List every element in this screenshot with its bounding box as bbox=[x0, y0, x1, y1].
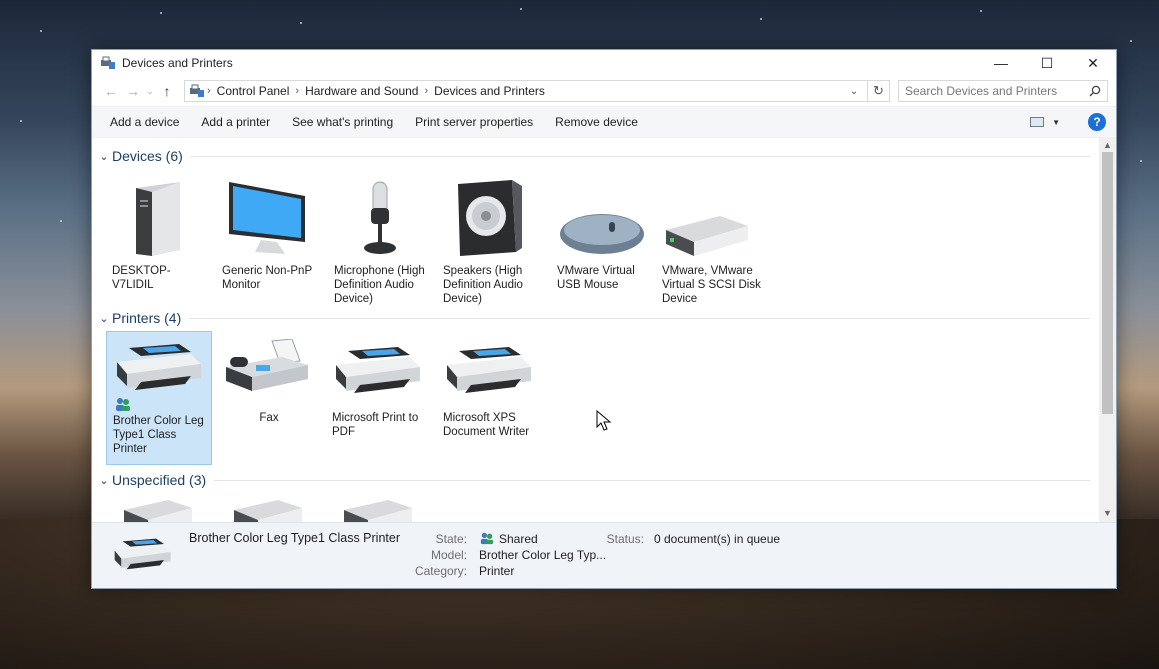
printer-item-print-to-pdf[interactable]: Microsoft Print to PDF bbox=[326, 331, 432, 439]
group-divider bbox=[189, 317, 1090, 319]
chevron-right-icon[interactable]: › bbox=[293, 85, 301, 97]
search-input[interactable]: Search Devices and Printers bbox=[898, 80, 1108, 102]
group-header-unspecified[interactable]: ⌄ Unspecified (3) bbox=[96, 470, 1090, 490]
model-value: Brother Color Leg Typ... bbox=[479, 548, 607, 562]
chevron-right-icon[interactable]: › bbox=[422, 85, 430, 97]
scroll-down-icon[interactable]: ▼ bbox=[1099, 508, 1116, 522]
title-bar: Devices and Printers — ☐ ✕ bbox=[92, 50, 1116, 76]
printer-item-fax[interactable]: Fax bbox=[216, 331, 322, 425]
see-whats-printing-button[interactable]: See what's printing bbox=[284, 109, 401, 135]
device-item-speakers[interactable]: Speakers (High Definition Audio Device) bbox=[437, 172, 543, 306]
device-label: Speakers (High Definition Audio Device) bbox=[443, 265, 523, 305]
printer-item-brother[interactable]: Brother Color Leg Type1 Class Printer bbox=[106, 331, 212, 465]
device-item-microphone[interactable]: Microphone (High Definition Audio Device… bbox=[328, 172, 434, 306]
view-options-icon bbox=[1030, 117, 1045, 127]
address-dropdown-icon[interactable]: ⌄ bbox=[845, 86, 863, 97]
device-label: VMware, VMware Virtual S SCSI Disk Devic… bbox=[662, 265, 761, 305]
recent-locations-chevron-icon[interactable]: ⌄ bbox=[144, 86, 156, 97]
device-item-monitor[interactable]: Generic Non-PnP Monitor bbox=[216, 172, 322, 292]
print-server-properties-button[interactable]: Print server properties bbox=[407, 109, 541, 135]
search-placeholder: Search Devices and Printers bbox=[905, 84, 1058, 98]
computer-tower-icon bbox=[112, 172, 202, 258]
chevron-right-icon[interactable]: › bbox=[205, 85, 213, 97]
group-title-devices: Devices (6) bbox=[112, 148, 183, 164]
microphone-icon bbox=[334, 172, 424, 258]
forward-arrow-icon[interactable]: → bbox=[122, 83, 144, 99]
printer-icon bbox=[332, 331, 422, 395]
address-bar[interactable]: › Control Panel › Hardware and Sound › D… bbox=[184, 80, 868, 102]
selected-printer-icon bbox=[114, 538, 171, 570]
group-title-printers: Printers (4) bbox=[112, 310, 182, 326]
unspecified-device-icon bbox=[124, 500, 192, 524]
back-arrow-icon[interactable]: ← bbox=[100, 83, 122, 99]
close-button[interactable]: ✕ bbox=[1070, 50, 1116, 76]
printer-item-xps-writer[interactable]: Microsoft XPS Document Writer bbox=[437, 331, 543, 439]
help-button[interactable]: ? bbox=[1088, 113, 1106, 131]
window-title: Devices and Printers bbox=[122, 56, 233, 70]
device-item-desktop[interactable]: DESKTOP-V7LIDIL bbox=[106, 172, 212, 292]
group-header-devices[interactable]: ⌄ Devices (6) bbox=[96, 146, 1090, 166]
minimize-button[interactable]: — bbox=[978, 50, 1024, 76]
printer-label: Microsoft XPS Document Writer bbox=[443, 412, 530, 438]
group-header-printers[interactable]: ⌄ Printers (4) bbox=[96, 308, 1090, 328]
breadcrumb-devices-and-printers[interactable]: Devices and Printers bbox=[430, 84, 549, 98]
device-label: Microphone (High Definition Audio Device… bbox=[334, 265, 425, 305]
details-device-name: Brother Color Leg Type1 Class Printer bbox=[189, 531, 400, 545]
maximize-button[interactable]: ☐ bbox=[1024, 50, 1070, 76]
devices-printers-app-icon bbox=[101, 56, 115, 69]
printer-label: Microsoft Print to PDF bbox=[332, 412, 419, 438]
refresh-icon[interactable]: ↻ bbox=[868, 80, 890, 102]
unspecified-device-icon bbox=[344, 500, 412, 524]
breadcrumb-hardware-and-sound[interactable]: Hardware and Sound bbox=[301, 84, 422, 98]
device-label: DESKTOP-V7LIDIL bbox=[112, 265, 171, 291]
command-bar: Add a device Add a printer See what's pr… bbox=[92, 106, 1116, 138]
printer-label: Brother Color Leg Type1 Class Printer bbox=[113, 415, 204, 455]
add-device-button[interactable]: Add a device bbox=[102, 109, 187, 135]
shared-users-icon bbox=[116, 398, 130, 411]
printer-icon bbox=[113, 332, 203, 392]
collapse-chevron-icon[interactable]: ⌄ bbox=[96, 150, 112, 163]
remove-device-button[interactable]: Remove device bbox=[547, 109, 646, 135]
vertical-scrollbar[interactable]: ▲ ▼ bbox=[1099, 138, 1116, 524]
breadcrumb-control-panel[interactable]: Control Panel bbox=[213, 84, 294, 98]
group-divider bbox=[214, 479, 1090, 481]
up-arrow-icon[interactable]: ↑ bbox=[156, 83, 178, 99]
device-label: Generic Non-PnP Monitor bbox=[222, 265, 312, 291]
status-value: 0 document(s) in queue bbox=[654, 532, 781, 546]
monitor-icon bbox=[222, 172, 312, 258]
category-value: Printer bbox=[479, 564, 515, 578]
details-pane: Brother Color Leg Type1 Class Printer St… bbox=[92, 522, 1116, 588]
devices-and-printers-window: Devices and Printers — ☐ ✕ ← → ⌄ ↑ › Con… bbox=[91, 49, 1117, 589]
state-value: Shared bbox=[499, 532, 538, 546]
state-label: State: bbox=[435, 532, 467, 546]
device-label: VMware Virtual USB Mouse bbox=[557, 265, 635, 291]
device-item-mouse[interactable]: VMware Virtual USB Mouse bbox=[551, 172, 657, 292]
devices-view: ⌄ Devices (6) DESKTOP-V7LIDIL Generic No… bbox=[92, 138, 1116, 524]
collapse-chevron-icon[interactable]: ⌄ bbox=[96, 474, 112, 487]
mouse-icon bbox=[557, 172, 647, 258]
printer-label: Fax bbox=[259, 412, 279, 424]
group-divider bbox=[190, 155, 1090, 157]
printer-icon bbox=[443, 331, 533, 395]
fax-icon bbox=[222, 331, 312, 395]
address-row: ← → ⌄ ↑ › Control Panel › Hardware and S… bbox=[92, 76, 1116, 106]
disk-drive-icon bbox=[662, 172, 752, 258]
collapse-chevron-icon[interactable]: ⌄ bbox=[96, 312, 112, 325]
add-printer-button[interactable]: Add a printer bbox=[193, 109, 278, 135]
change-view-button[interactable]: ▼ bbox=[1030, 117, 1060, 127]
scrollbar-thumb[interactable] bbox=[1102, 152, 1113, 414]
shared-users-icon bbox=[480, 532, 494, 545]
unspecified-device-icon bbox=[234, 500, 302, 524]
mouse-pointer-icon bbox=[596, 410, 612, 431]
speaker-icon bbox=[443, 172, 533, 258]
model-label: Model: bbox=[430, 548, 467, 562]
status-label: Status: bbox=[606, 532, 644, 546]
device-item-disk[interactable]: VMware, VMware Virtual S SCSI Disk Devic… bbox=[656, 172, 762, 306]
category-label: Category: bbox=[414, 564, 467, 578]
search-icon bbox=[1089, 85, 1101, 97]
dropdown-caret-icon: ▼ bbox=[1052, 117, 1060, 127]
control-panel-icon bbox=[190, 84, 204, 97]
group-title-unspecified: Unspecified (3) bbox=[112, 472, 207, 488]
